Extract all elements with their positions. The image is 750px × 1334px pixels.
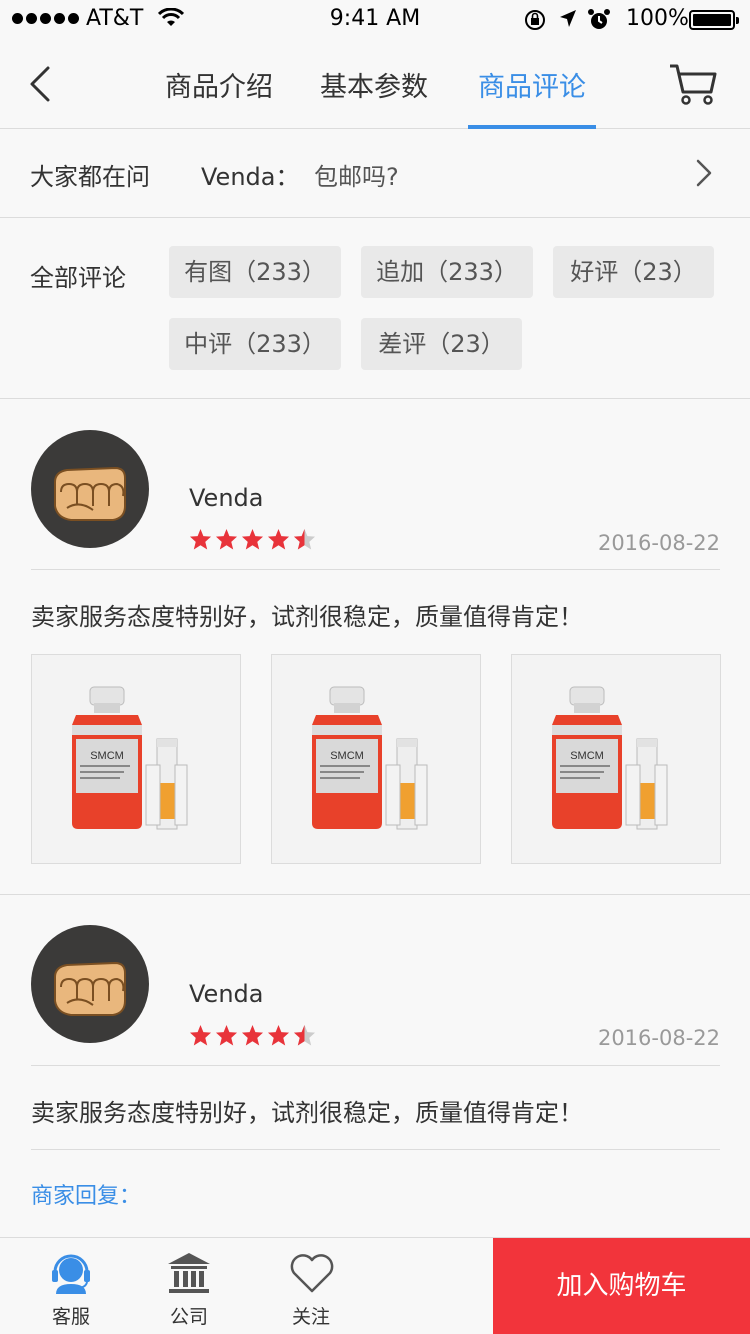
- review-text: 卖家服务态度特别好，试剂很稳定，质量值得肯定！: [31, 1099, 583, 1127]
- heart-icon: [290, 1254, 334, 1293]
- bank-building-icon: [168, 1253, 210, 1293]
- fist-icon: [54, 961, 126, 1016]
- bottle-label: SMCM: [90, 750, 124, 762]
- company-label: 公司: [169, 1306, 208, 1328]
- divider: [31, 1149, 720, 1150]
- review-photo[interactable]: SMCM: [271, 654, 481, 864]
- review-filters: 全部评论 有图（233） 追加（233） 好评（23） 中评（233） 差评（2…: [0, 219, 750, 399]
- star-icon: [267, 528, 290, 550]
- star-icon: [189, 1024, 212, 1046]
- qa-question: 包邮吗?: [314, 163, 399, 191]
- qa-label: 大家都在问: [30, 163, 150, 191]
- half-star-icon: [293, 528, 316, 550]
- qa-username: Venda：: [201, 163, 300, 191]
- review-date: 2016-08-22: [597, 1026, 720, 1050]
- chevron-left-icon[interactable]: [26, 64, 54, 104]
- filter-chip-with-photos[interactable]: 有图（233）: [169, 246, 341, 298]
- filter-chip-negative[interactable]: 差评（23）: [361, 318, 522, 370]
- divider: [31, 569, 720, 570]
- star-icon: [241, 528, 264, 550]
- tab-product-reviews[interactable]: 商品评论: [468, 65, 596, 129]
- review-card: Venda 2016-08-22 卖家服务态度特别好，试剂很稳定，质量值得肯定！…: [0, 400, 750, 894]
- star-rating: [189, 528, 316, 550]
- customer-service-label: 客服: [51, 1306, 90, 1328]
- customer-service-button[interactable]: 客服: [16, 1238, 126, 1334]
- filter-chip-positive[interactable]: 好评（23）: [553, 246, 714, 298]
- star-rating: [189, 1024, 316, 1046]
- review-text: 卖家服务态度特别好，试剂很稳定，质量值得肯定！: [31, 603, 583, 631]
- review-photo[interactable]: SMCM: [511, 654, 721, 864]
- filter-chip-followup[interactable]: 追加（233）: [361, 246, 533, 298]
- reagent-bottle-image: SMCM: [312, 686, 428, 830]
- avatar[interactable]: [31, 430, 149, 548]
- reagent-bottle-image: SMCM: [72, 686, 188, 830]
- star-icon: [241, 1024, 264, 1046]
- half-star-icon: [293, 1024, 316, 1046]
- review-username: Venda: [189, 980, 264, 1008]
- location-icon: [560, 10, 576, 27]
- bottle-label: SMCM: [330, 750, 364, 762]
- star-icon: [189, 528, 212, 550]
- filters-label: 全部评论: [30, 264, 126, 292]
- filter-chip-neutral[interactable]: 中评（233）: [169, 318, 341, 370]
- battery-icon: [689, 10, 739, 30]
- review-username: Venda: [189, 484, 264, 512]
- chevron-right-icon[interactable]: [694, 157, 714, 189]
- star-icon: [215, 1024, 238, 1046]
- divider: [31, 1065, 720, 1066]
- rotation-lock-icon: [525, 10, 545, 30]
- star-icon: [267, 1024, 290, 1046]
- tab-product-intro[interactable]: 商品介绍: [165, 65, 273, 129]
- seller-reply-label: 商家回复：: [31, 1184, 142, 1209]
- bottom-action-bar: 客服 公司 关注 加入购物车: [0, 1237, 750, 1334]
- cart-icon[interactable]: [668, 62, 718, 106]
- company-button[interactable]: 公司: [134, 1238, 244, 1334]
- review-card: Venda 2016-08-22 卖家服务态度特别好，试剂很稳定，质量值得肯定！…: [0, 895, 750, 1237]
- follow-label: 关注: [291, 1306, 330, 1328]
- fist-icon: [54, 466, 126, 521]
- reagent-bottle-image: SMCM: [552, 686, 668, 830]
- review-date: 2016-08-22: [597, 531, 720, 555]
- tab-basic-params[interactable]: 基本参数: [320, 65, 428, 129]
- star-icon: [215, 528, 238, 550]
- follow-button[interactable]: 关注: [256, 1238, 366, 1334]
- qa-bar[interactable]: 大家都在问 Venda： 包邮吗?: [0, 130, 750, 218]
- status-bar: AT&T 9:41 AM 100%: [0, 0, 750, 40]
- customer-service-icon: [52, 1254, 90, 1294]
- battery-percent: 100%: [626, 6, 689, 31]
- top-navigation: 商品介绍 基本参数 商品评论: [0, 40, 750, 129]
- add-to-cart-button[interactable]: 加入购物车: [493, 1238, 750, 1334]
- avatar[interactable]: [31, 925, 149, 1043]
- bottle-label: SMCM: [570, 750, 604, 762]
- alarm-icon: [588, 9, 610, 29]
- review-photo[interactable]: SMCM: [31, 654, 241, 864]
